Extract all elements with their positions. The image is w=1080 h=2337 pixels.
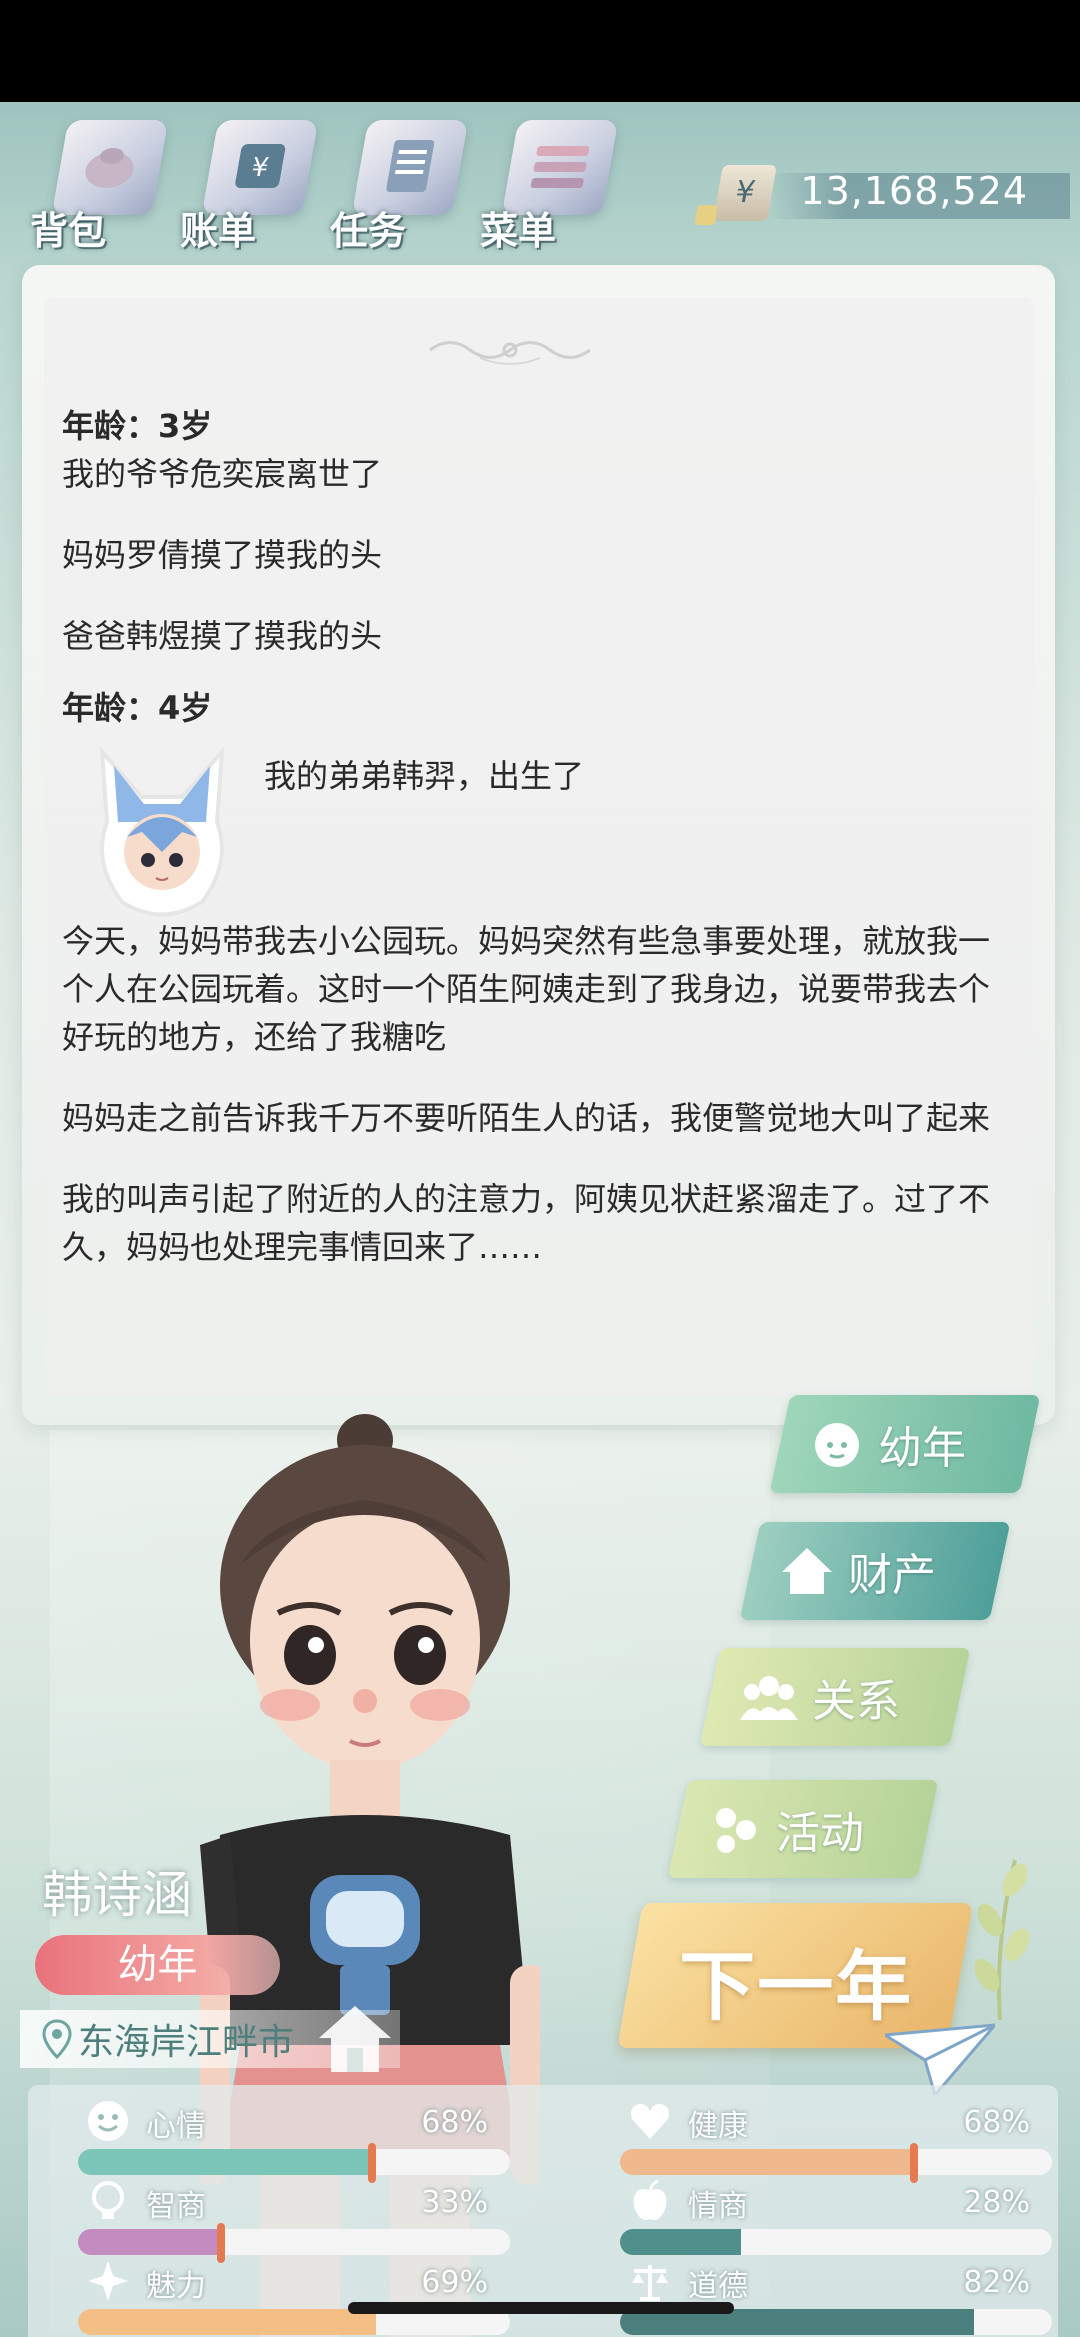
stat-percent: 68% [963,2105,1030,2140]
leaves-decoration-icon [974,1859,1030,2020]
baby-brother-avatar [99,746,225,917]
stat-bar-track [620,2149,1052,2175]
nav-menu-label: 菜单 [480,209,557,253]
money-display: ¥ 13,168,524 [690,165,1070,227]
lightbulb-icon [92,2181,124,2219]
nav-bill-label: 账单 [180,209,257,253]
status-bar [0,0,1080,102]
age-3-title: 年龄：3岁 [62,407,213,445]
age-stage-button[interactable]: 幼年 [769,1395,1041,1493]
stat-name: 情商 [688,2189,748,2224]
life-stage-badge: 幼年 [35,1935,280,1995]
stat-bar-fill [620,2149,914,2175]
baby-face-icon [815,1423,859,1467]
nav-menu-button[interactable]: 菜单 [470,110,620,260]
home-indicator[interactable] [348,2302,734,2314]
stat-bar-track [620,2229,1052,2255]
character-name: 韩诗涵 [42,1866,192,1924]
stat-iq: 智商 33% [48,2177,510,2263]
house-icon [782,1548,832,1594]
location-text: 东海岸江畔市 [78,2022,295,2063]
stat-percent: 68% [421,2105,488,2140]
diary-line: 妈妈罗倩摸了摸我的头 [62,536,383,574]
heart-icon [630,2103,670,2139]
relations-label: 关系 [812,1676,900,1727]
age-stage-label: 幼年 [878,1423,966,1474]
stat-percent: 33% [421,2185,488,2220]
stat-bar-fill [78,2229,221,2255]
stat-bar-track [78,2149,510,2175]
diary-paragraph: 我的叫声引起了附近的人的注意力，阿姨见状赶紧溜走了。过了不久，妈妈也处理完事情回… [62,1180,991,1266]
stat-mood: 心情 68% [48,2097,510,2183]
paper-plane-icon [885,2023,995,2095]
stat-health: 健康 68% [590,2097,1052,2183]
nav-bill-button[interactable]: ¥ 账单 [170,110,320,260]
smile-face-icon [88,2101,128,2141]
diary-entries: 年龄：3岁 我的爷爷危奕宸离世了 妈妈罗倩摸了摸我的头 爸爸韩煜摸了摸我的头 年… [62,402,1012,1304]
activities-button[interactable]: 活动 [667,1780,939,1878]
birth-entry: 我的弟弟韩羿，出生了 [62,732,1012,917]
ornament-divider-icon [429,341,591,365]
age-4-title: 年龄：4岁 [62,689,213,727]
diary-paragraph: 妈妈走之前告诉我千万不要听陌生人的话，我便警觉地大叫了起来 [62,1099,991,1137]
diary-line: 爸爸韩煜摸了摸我的头 [62,617,383,655]
nav-backpack-label: 背包 [30,209,107,253]
stat-bar-fill [78,2149,372,2175]
next-year-label: 下一年 [679,1942,914,2031]
stat-name: 道德 [688,2269,748,2304]
nav-task-button[interactable]: 任务 [320,110,470,260]
stat-percent: 28% [963,2185,1030,2220]
apple-icon [633,2179,667,2220]
stats-panel: 心情 68% 健康 68% 智商 33% 情商 28% 魅力 69% 道德 82… [28,2085,1058,2337]
stat-morality: 道德 82% [590,2257,1052,2337]
stat-bar-track [78,2229,510,2255]
scales-icon [632,2265,668,2301]
stat-percent: 69% [421,2265,488,2300]
stat-name: 心情 [146,2109,206,2144]
stat-bar-fill [78,2309,377,2335]
currency-icon: ¥ [713,165,777,221]
money-value: 13,168,524 [800,169,1028,213]
assets-button[interactable]: 财产 [739,1522,1011,1620]
stat-bar-fill [620,2229,741,2255]
sparkle-icon [88,2261,128,2301]
stat-eq: 情商 28% [590,2177,1052,2257]
people-icon [740,1676,798,1720]
assets-label: 财产 [848,1550,936,1601]
activities-label: 活动 [776,1808,864,1859]
stat-name: 健康 [688,2109,748,2144]
stat-charm: 魅力 69% [48,2257,510,2337]
relations-button[interactable]: 关系 [699,1648,971,1746]
diary-line: 我的爷爷危奕宸离世了 [62,455,383,493]
bubbles-icon [716,1808,756,1853]
birth-text: 我的弟弟韩羿，出生了 [264,757,585,795]
stat-name: 魅力 [146,2269,206,2304]
stat-name: 智商 [146,2189,206,2224]
nav-task-label: 任务 [330,209,407,253]
home-icon[interactable] [315,2000,395,2080]
location-pin-icon [42,2019,72,2059]
diary-paragraph: 今天，妈妈带我去小公园玩。妈妈突然有些急事要处理，就放我一个人在公园玩着。这时一… [62,922,991,1056]
nav-backpack-button[interactable]: 背包 [20,110,170,260]
stat-percent: 82% [963,2265,1030,2300]
